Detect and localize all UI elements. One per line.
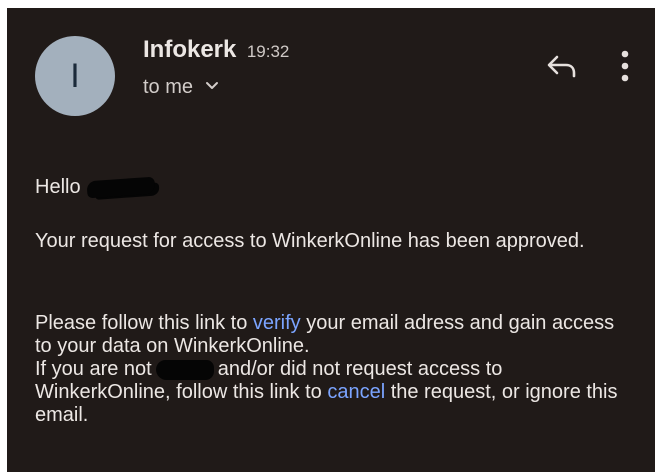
email-paragraph-2: Please follow this link to verify your e…	[35, 312, 635, 427]
cancel-link[interactable]: cancel	[327, 381, 385, 403]
email-paragraph-1: Your request for access to WinkerkOnline…	[35, 230, 585, 252]
greeting-text: Hello	[35, 176, 81, 198]
more-options-button[interactable]	[617, 48, 633, 88]
more-vert-icon	[620, 49, 630, 88]
email-greeting: Hello	[35, 176, 635, 199]
avatar-letter: I	[70, 56, 80, 95]
p2-line2-before-redaction: If you are not	[35, 358, 152, 380]
sender-avatar[interactable]: I	[35, 36, 115, 116]
recipient-toggle[interactable]: to me	[143, 76, 219, 99]
reply-button[interactable]	[543, 50, 579, 86]
email-view: I Infokerk 19:32 to me Hello Your reques…	[7, 8, 655, 472]
verify-link[interactable]: verify	[253, 312, 301, 334]
redacted-name	[86, 176, 156, 199]
recipient-label: to me	[143, 76, 194, 98]
sender-line: Infokerk 19:32	[143, 36, 289, 64]
chevron-down-icon[interactable]	[205, 74, 219, 97]
p2-text-before-verify: Please follow this link to	[35, 312, 253, 334]
reply-icon	[544, 53, 578, 84]
redacted-name-inline	[155, 359, 214, 380]
sender-name[interactable]: Infokerk	[143, 36, 236, 63]
sent-time: 19:32	[246, 42, 290, 61]
